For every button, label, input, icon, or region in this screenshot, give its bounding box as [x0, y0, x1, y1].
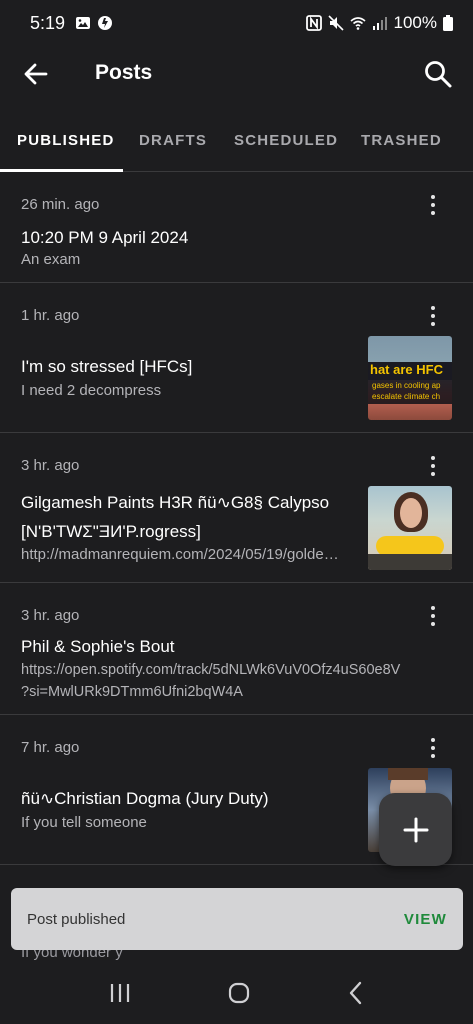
post-thumbnail [368, 486, 452, 570]
mute-icon [327, 15, 344, 31]
page-title: Posts [95, 61, 153, 84]
more-options-icon[interactable] [423, 193, 443, 217]
post-thumbnail: hat are HFC gases in cooling ap escalate… [368, 336, 452, 420]
more-options-icon[interactable] [423, 304, 443, 328]
more-options-icon[interactable] [423, 736, 443, 760]
snackbar-message: Post published [27, 910, 126, 928]
post-subtitle: I need 2 decompress [21, 382, 162, 399]
list-item[interactable]: 3 hr. ago Gilgamesh Paints H3R ñü∿G8§ Ca… [0, 433, 473, 583]
post-subtitle: https://open.spotify.com/track/5dNLWk6Vu… [21, 662, 401, 678]
recents-icon[interactable] [108, 982, 132, 1004]
add-post-button[interactable] [379, 793, 452, 866]
search-icon[interactable] [423, 59, 453, 89]
wifi-icon [349, 17, 366, 30]
battery-percent: 100% [393, 13, 437, 32]
nfc-icon [305, 15, 322, 31]
post-time: 3 hr. ago [21, 457, 80, 474]
app-bar: Posts [0, 46, 473, 102]
post-title: I'm so stressed [HFCs] [21, 357, 193, 376]
post-title: 10:20 PM 9 April 2024 [21, 228, 189, 247]
back-icon[interactable] [346, 981, 366, 1005]
post-title: ñü∿Christian Dogma (Jury Duty) [21, 789, 269, 808]
snackbar-view-button[interactable]: VIEW [404, 911, 447, 928]
list-item[interactable]: 1 hr. ago I'm so stressed [HFCs] I need … [0, 283, 473, 433]
thumbnail-text: escalate climate ch [372, 392, 441, 401]
post-subtitle: If you tell someone [21, 814, 147, 831]
snackbar: Post published VIEW [11, 888, 463, 950]
tab-trashed[interactable]: TRASHED [361, 132, 442, 149]
sync-icon [98, 16, 113, 30]
tab-drafts[interactable]: DRAFTS [139, 132, 207, 149]
list-item[interactable]: 26 min. ago 10:20 PM 9 April 2024 An exa… [0, 172, 473, 283]
home-icon[interactable] [227, 981, 251, 1005]
post-title: Gilgamesh Paints H3R ñü∿G8§ Calypso [21, 493, 330, 512]
plus-icon [403, 817, 428, 842]
post-time: 26 min. ago [21, 196, 100, 213]
list-item[interactable]: 3 hr. ago Phil & Sophie's Bout https://o… [0, 583, 473, 715]
tab-bar: PUBLISHED DRAFTS SCHEDULED TRASHED [0, 112, 473, 172]
tab-published[interactable]: PUBLISHED [17, 132, 114, 149]
post-time: 3 hr. ago [21, 607, 80, 624]
post-subtitle: ?si=MwlURk9DTmm6Ufni2bqW4A [21, 684, 243, 700]
back-arrow-icon[interactable] [22, 60, 50, 88]
post-time: 1 hr. ago [21, 307, 80, 324]
battery-icon [443, 15, 453, 31]
signal-icon [372, 17, 387, 30]
post-title: Phil & Sophie's Bout [21, 637, 175, 656]
status-bar: 5:19 100% [0, 0, 473, 46]
post-time: 7 hr. ago [21, 739, 80, 756]
thumbnail-text: hat are HFC [370, 362, 443, 377]
thumbnail-text: gases in cooling ap [372, 381, 441, 390]
post-subtitle: An exam [21, 251, 81, 268]
post-subtitle: http://madmanrequiem.com/2024/05/19/gold… [21, 546, 339, 563]
more-options-icon[interactable] [423, 604, 443, 628]
tab-scheduled[interactable]: SCHEDULED [234, 132, 338, 149]
more-options-icon[interactable] [423, 454, 443, 478]
system-nav-bar [0, 962, 473, 1024]
gallery-icon [76, 17, 91, 29]
status-time: 5:19 [30, 12, 66, 33]
post-title: [N'B'TWΣ"ƎИ'P.rogress] [21, 522, 201, 541]
